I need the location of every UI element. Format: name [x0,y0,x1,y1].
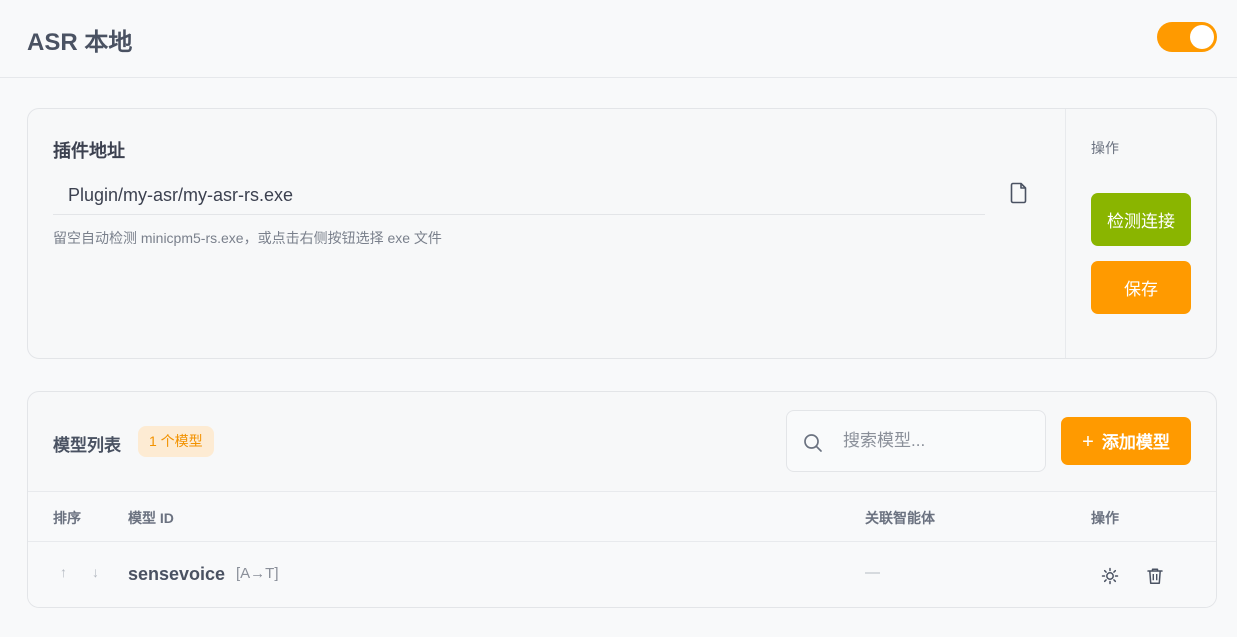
enable-toggle[interactable] [1157,22,1217,52]
search-icon [804,434,822,452]
trash-icon[interactable] [1146,567,1164,585]
column-order: 排序 [53,510,81,526]
plugin-path-hint: 留空自动检测 minicpm5-rs.exe，或点击右侧按钮选择 exe 文件 [53,230,442,246]
model-search-input[interactable] [843,425,1033,457]
add-model-button[interactable]: + 添加模型 [1061,417,1191,465]
plugin-path-input[interactable] [53,177,985,215]
model-id: sensevoice [128,564,226,584]
column-model-id: 模型 ID [128,510,174,526]
check-connection-button[interactable]: 检测连接 [1091,193,1191,246]
page-title: ASR 本地 [27,29,133,56]
model-list-card: 模型列表 1 个模型 + 添加模型 排序 模型 ID 关联智能体 操作 ↑ ↓ s… [27,391,1217,608]
model-search-box[interactable] [786,410,1046,472]
linked-agents: — [865,564,880,581]
file-icon[interactable] [1010,182,1028,204]
plugin-path-label: 插件地址 [53,141,125,161]
table-row: ↑ ↓ sensevoice [A→T] — [28,542,1216,607]
move-up-icon[interactable]: ↑ [60,564,67,580]
move-down-icon[interactable]: ↓ [92,564,99,580]
column-agents: 关联智能体 [865,510,935,526]
gear-icon[interactable] [1101,567,1119,585]
model-count-badge: 1 个模型 [138,426,214,457]
model-type-tag: [A→T] [236,565,279,582]
plugin-card: 插件地址 留空自动检测 minicpm5-rs.exe，或点击右侧按钮选择 ex… [27,108,1217,359]
add-model-label: 添加模型 [1101,433,1170,452]
column-actions: 操作 [1091,510,1119,526]
plugin-actions-column: 操作 检测连接 保存 [1065,109,1217,358]
model-table-header: 排序 模型 ID 关联智能体 操作 [28,491,1216,542]
model-list-title: 模型列表 [53,436,121,455]
plus-icon: + [1082,431,1094,453]
toggle-knob [1190,25,1214,49]
save-button[interactable]: 保存 [1091,261,1191,314]
page-header: ASR 本地 [0,0,1237,78]
actions-label: 操作 [1091,140,1119,156]
